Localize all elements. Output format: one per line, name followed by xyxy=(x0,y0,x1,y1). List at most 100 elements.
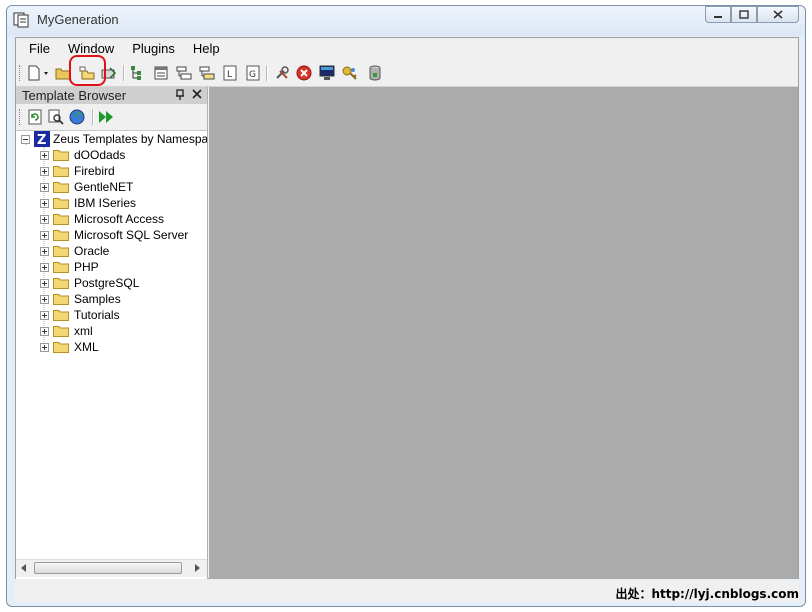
folder-icon xyxy=(53,294,69,305)
scroll-left-icon[interactable] xyxy=(19,563,29,573)
expand-icon[interactable] xyxy=(40,342,49,352)
folder-icon xyxy=(53,182,69,193)
tree-label: GentleNET xyxy=(74,180,134,194)
tree-item-firebird[interactable]: Firebird xyxy=(40,163,115,179)
expand-icon[interactable] xyxy=(40,310,49,320)
tree-item-oracle[interactable]: Oracle xyxy=(40,243,109,259)
pin-icon[interactable] xyxy=(174,89,186,101)
tree-view-button[interactable] xyxy=(128,64,146,82)
toolbar-grip[interactable] xyxy=(19,65,23,81)
tree-item-tutorials[interactable]: Tutorials xyxy=(40,307,120,323)
properties-button[interactable] xyxy=(152,64,170,82)
toolbar-grip[interactable] xyxy=(19,109,23,125)
new-file-button[interactable] xyxy=(26,64,52,82)
expand-icon[interactable] xyxy=(40,182,49,192)
expand-icon[interactable] xyxy=(40,326,49,336)
scrollbar-thumb[interactable] xyxy=(34,562,182,574)
web-update-button[interactable] xyxy=(68,108,86,126)
toolbar-separator xyxy=(92,109,94,125)
minimize-button[interactable] xyxy=(705,6,731,23)
expand-icon[interactable] xyxy=(40,246,49,256)
tree-item-microsoft-access[interactable]: Microsoft Access xyxy=(40,211,164,227)
expand-icon[interactable] xyxy=(40,198,49,208)
properties-icon xyxy=(154,66,168,80)
tree-label: IBM ISeries xyxy=(74,196,137,210)
document-workspace[interactable] xyxy=(209,87,798,579)
minimize-icon xyxy=(714,15,722,18)
svg-text:G: G xyxy=(249,70,256,80)
search-icon xyxy=(48,109,64,125)
horizontal-scrollbar[interactable] xyxy=(16,559,207,577)
refresh-button[interactable] xyxy=(26,108,44,126)
tools-button[interactable] xyxy=(273,64,291,82)
expand-icon[interactable] xyxy=(40,166,49,176)
app-window: MyGeneration File Window Plugins Help L … xyxy=(6,5,806,607)
execute-button[interactable] xyxy=(98,108,116,126)
template-browser-header: Template Browser xyxy=(16,87,207,104)
stop-button[interactable] xyxy=(295,64,313,82)
tree-label: Tutorials xyxy=(74,308,120,322)
svg-text:Z: Z xyxy=(37,133,46,147)
template-browser-toolbar xyxy=(16,104,207,131)
tree-label: dOOdads xyxy=(74,148,126,162)
folder-icon xyxy=(53,310,69,321)
tree-item-doodads[interactable]: dOOdads xyxy=(40,147,125,163)
scroll-right-icon[interactable] xyxy=(192,563,202,573)
title-bar[interactable]: MyGeneration xyxy=(7,6,805,36)
console-icon xyxy=(319,65,335,80)
tree-label: Zeus Templates by Namespace xyxy=(53,132,207,146)
template-browser-panel: Template Browser Z Zeus Templates by Nam… xyxy=(16,87,208,579)
language-l-button[interactable]: L xyxy=(221,64,239,82)
expand-icon[interactable] xyxy=(40,278,49,288)
expand-icon[interactable] xyxy=(40,214,49,224)
menu-help[interactable]: Help xyxy=(184,38,229,60)
tree-item-gentlenet[interactable]: GentleNET xyxy=(40,179,133,195)
tree-item-xml-upper[interactable]: XML xyxy=(40,339,99,355)
expand-icon[interactable] xyxy=(40,294,49,304)
menu-file[interactable]: File xyxy=(20,38,59,60)
generator-g-button[interactable]: G xyxy=(244,64,262,82)
collapse-icon[interactable] xyxy=(21,134,30,144)
app-icon xyxy=(13,12,29,28)
tree-label: Oracle xyxy=(74,244,110,258)
refresh-icon xyxy=(28,109,42,125)
close-icon[interactable] xyxy=(191,88,203,100)
template-browser-title: Template Browser xyxy=(22,88,127,103)
menu-plugins[interactable]: Plugins xyxy=(123,38,184,60)
tree-item-ibm-iseries[interactable]: IBM ISeries xyxy=(40,195,136,211)
toolbar-separator xyxy=(123,65,125,81)
hierarchy-button[interactable] xyxy=(175,64,193,82)
main-toolbar: L G xyxy=(16,55,798,87)
tree-label: xml xyxy=(74,324,93,338)
tree-item-php[interactable]: PHP xyxy=(40,259,99,275)
database-button[interactable] xyxy=(366,64,384,82)
tree-item-microsoft-sql-server[interactable]: Microsoft SQL Server xyxy=(40,227,188,243)
tree-item-xml-lower[interactable]: xml xyxy=(40,323,93,339)
client-area: File Window Plugins Help L G Template Br… xyxy=(15,37,799,579)
tree-label: Microsoft SQL Server xyxy=(74,228,189,242)
console-button[interactable] xyxy=(318,64,336,82)
svg-text:L: L xyxy=(227,70,232,80)
hierarchy-icon xyxy=(176,66,192,80)
tree-label: Microsoft Access xyxy=(74,212,165,226)
tree-item-samples[interactable]: Samples xyxy=(40,291,121,307)
folder-icon xyxy=(53,214,69,225)
tree-item-postgresql[interactable]: PostgreSQL xyxy=(40,275,139,291)
window-title: MyGeneration xyxy=(37,12,119,27)
key-button[interactable] xyxy=(341,64,359,82)
highlight-annotation xyxy=(69,55,106,86)
close-button[interactable] xyxy=(757,6,799,23)
expand-icon[interactable] xyxy=(40,262,49,272)
expand-icon[interactable] xyxy=(40,150,49,160)
folder-icon xyxy=(53,246,69,257)
db-map-button[interactable] xyxy=(198,64,216,82)
tree-root-zeus-templates[interactable]: Z Zeus Templates by Namespace xyxy=(21,131,207,147)
toolbar-separator xyxy=(266,65,268,81)
expand-icon[interactable] xyxy=(40,230,49,240)
folder-icon xyxy=(53,262,69,273)
globe-icon xyxy=(69,109,85,125)
generator-g-icon: G xyxy=(246,65,260,81)
maximize-button[interactable] xyxy=(731,6,757,23)
search-templates-button[interactable] xyxy=(47,108,65,126)
source-watermark: 出处：http://lyj.cnblogs.com xyxy=(615,587,799,601)
